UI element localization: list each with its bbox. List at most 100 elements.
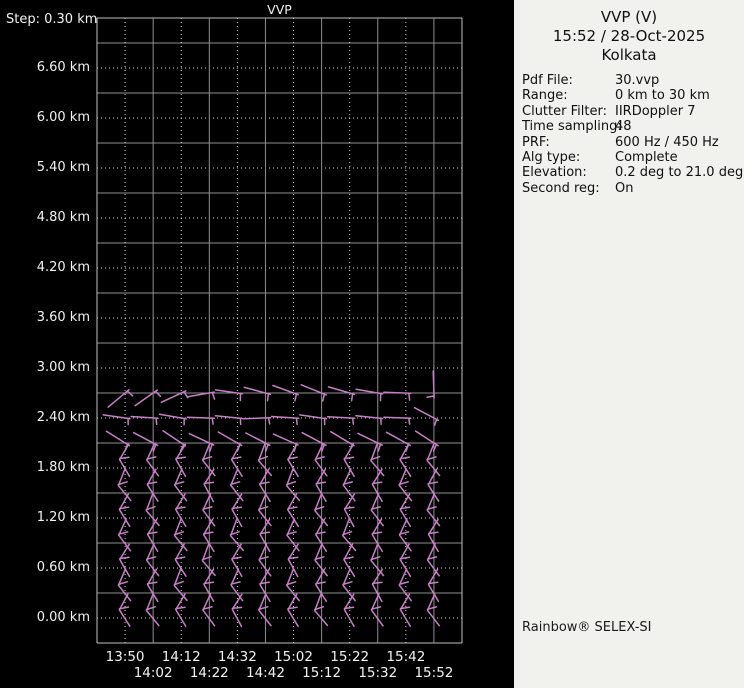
field-label: Alg type:: [522, 149, 581, 165]
wind-barb: [130, 415, 159, 420]
x-tick-label: 15:12: [302, 665, 342, 681]
wind-barb: [343, 506, 355, 510]
wind-barb: [203, 481, 215, 485]
field-value: On: [615, 180, 634, 196]
field-label: Range:: [522, 88, 568, 104]
y-tick-label: 0.60 km: [36, 560, 90, 575]
wind-barb: [202, 493, 216, 527]
wind-barb: [265, 443, 269, 452]
wind-barb: [371, 581, 383, 585]
wind-barb: [314, 443, 328, 477]
field-row: Elevation: 0.2 deg to 21.0 deg: [514, 165, 744, 180]
field-label: Elevation:: [522, 165, 587, 181]
field-row: PRF: 600 Hz / 450 Hz: [514, 135, 744, 150]
wind-barb: [287, 543, 299, 578]
x-tick-label: 15:52: [414, 665, 454, 681]
wind-barb-chart: [96, 17, 463, 644]
y-tick-label: 6.00 km: [36, 110, 90, 125]
field-label: Second reg:: [522, 180, 600, 196]
wind-barb: [433, 418, 438, 426]
field-value: 0.2 deg to 21.0 deg: [615, 165, 744, 181]
wind-barb: [413, 406, 440, 422]
x-tick-label: 15:02: [274, 649, 313, 665]
wind-barb: [102, 414, 131, 420]
wind-barb: [383, 416, 412, 419]
product-datetime: 15:52 / 28-Oct-2025: [552, 27, 706, 45]
field-label: PRF:: [522, 134, 550, 150]
vvp-application-window: { "plot": { "title": "VVP", "step_label"…: [0, 0, 744, 688]
wind-barb: [321, 393, 326, 402]
wind-barb: [330, 430, 355, 447]
wind-barb: [155, 417, 158, 426]
y-tick-label: 1.20 km: [36, 510, 90, 525]
wind-barb: [267, 417, 271, 425]
wind-barb: [146, 443, 160, 477]
wind-barb: [158, 413, 187, 420]
wind-barb: [117, 568, 132, 602]
wind-barb: [154, 390, 162, 398]
field-row: Pdf File: 30.vvp: [514, 73, 744, 88]
brand-label: Rainbow® SELEX-SI: [522, 620, 652, 635]
field-label: Clutter Filter:: [522, 103, 607, 119]
wind-barb: [350, 393, 354, 402]
wind-barb: [408, 417, 411, 425]
wind-barb: [377, 443, 382, 452]
field-value: 48: [615, 119, 632, 135]
y-tick-label: 3.60 km: [36, 310, 90, 325]
y-tick-label: 4.80 km: [36, 210, 90, 225]
x-tick-label: 14:42: [246, 665, 285, 681]
panel-header: VVP (V) 15:52 / 28-Oct-2025 Kolkata: [514, 8, 744, 65]
wind-barb: [287, 443, 299, 478]
info-panel: VVP (V) 15:52 / 28-Oct-2025 Kolkata Pdf …: [514, 0, 744, 688]
wind-barb: [242, 417, 272, 420]
field-row: Second reg: On: [514, 181, 744, 196]
wind-barb: [370, 593, 384, 627]
wind-barb: [293, 443, 298, 452]
field-row: Range: 0 km to 30 km: [514, 88, 744, 103]
x-tick-label: 14:12: [161, 649, 201, 665]
field-value: 600 Hz / 450 Hz: [615, 134, 719, 150]
wind-barb: [266, 393, 270, 402]
y-tick-label: 2.40 km: [36, 410, 90, 425]
wind-barb: [209, 443, 213, 452]
field-row: Time sampling: 48: [514, 119, 744, 134]
field-row: Clutter Filter: IIRDoppler 7: [514, 104, 744, 119]
wind-barb: [270, 415, 300, 420]
x-tick-label: 14:32: [217, 649, 257, 665]
field-value: Complete: [615, 149, 678, 165]
wind-barb: [408, 392, 411, 401]
y-tick-label: 4.20 km: [36, 260, 90, 275]
y-tick-label: 5.40 km: [36, 160, 90, 175]
wind-barb: [351, 417, 355, 425]
field-value: IIRDoppler 7: [615, 103, 696, 119]
wind-barb: [174, 543, 187, 577]
x-tick-label: 15:32: [358, 665, 398, 681]
y-tick-label: 1.80 km: [36, 460, 90, 475]
wind-barb: [107, 389, 130, 408]
x-tick-label: 14:02: [133, 665, 173, 681]
x-tick-label: 15:22: [330, 649, 370, 665]
wind-barb: [295, 417, 298, 426]
product-title: VVP (V): [600, 8, 658, 26]
x-tick-label: 14:22: [189, 665, 229, 681]
wind-barb: [294, 393, 298, 402]
wind-barb: [186, 416, 216, 419]
wind-barb: [162, 429, 187, 447]
field-value: 30.vvp: [615, 73, 660, 88]
field-label: Pdf File:: [522, 73, 573, 88]
field-row: Alg type: Complete: [514, 150, 744, 165]
y-tick-label: 0.00 km: [36, 610, 90, 625]
product-fields: Pdf File: 30.vvp Range: 0 km to 30 km Clutte…: [514, 73, 744, 196]
wind-barb: [134, 389, 158, 407]
y-tick-label: 3.00 km: [36, 360, 90, 375]
x-tick-label: 15:42: [386, 649, 426, 665]
wind-barb: [287, 556, 299, 560]
wind-barb: [326, 416, 356, 420]
wind-barb: [315, 568, 328, 602]
wind-barb: [231, 606, 243, 610]
wind-barb: [426, 395, 435, 398]
y-tick-label: 6.60 km: [36, 60, 90, 75]
wind-barb: [211, 417, 214, 425]
field-label: Time sampling:: [522, 119, 622, 135]
field-value: 0 km to 30 km: [615, 88, 710, 104]
